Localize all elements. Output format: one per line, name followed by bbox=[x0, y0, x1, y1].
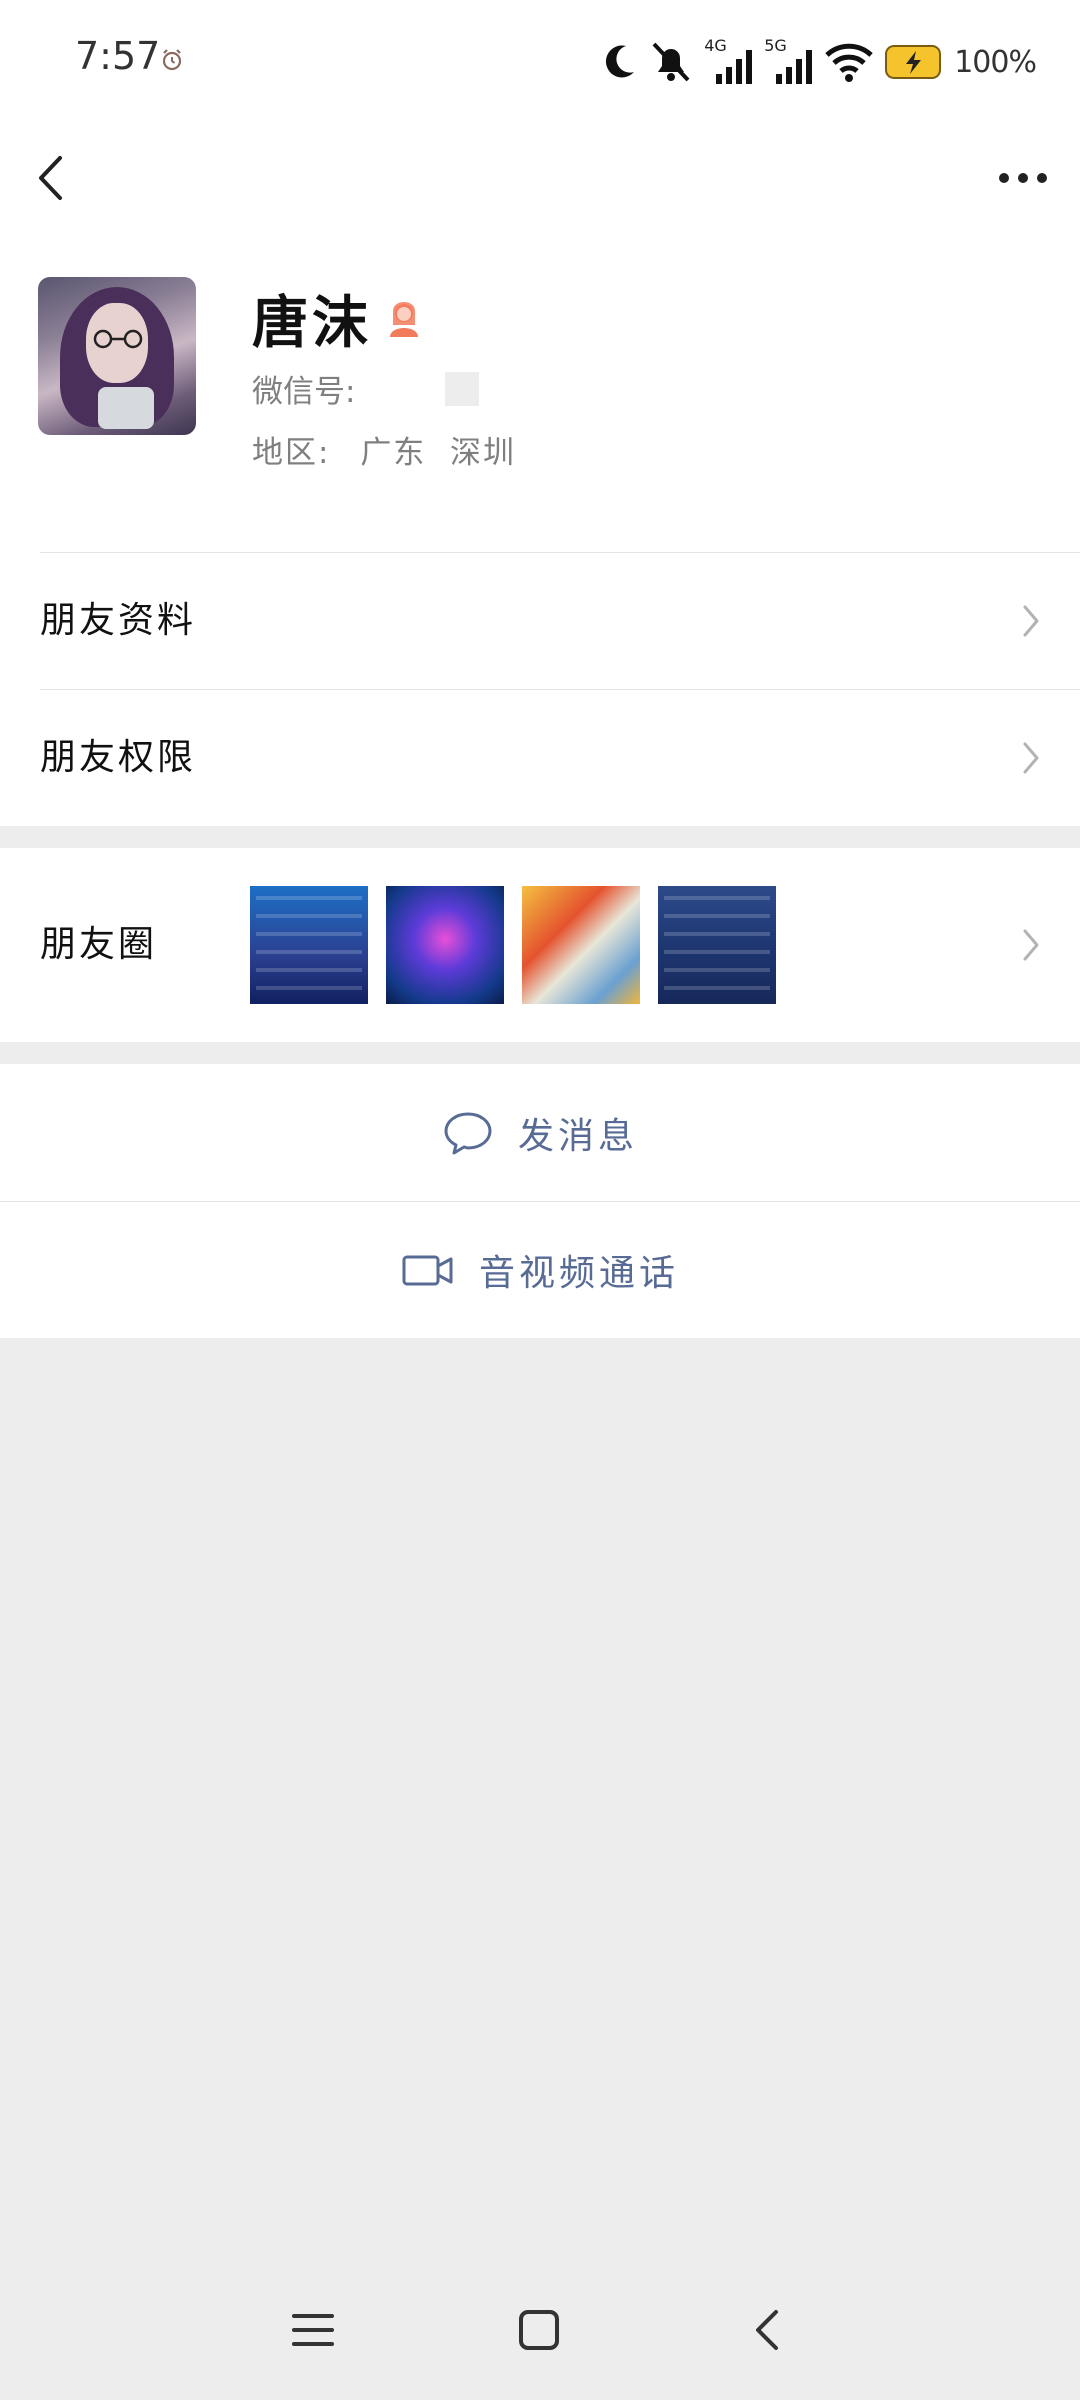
moments-item[interactable]: 朋友圈 bbox=[0, 848, 1080, 1042]
menu-lines-icon bbox=[292, 2314, 334, 2346]
friend-permissions-label: 朋友权限 bbox=[40, 737, 197, 778]
home-square-icon bbox=[519, 2310, 559, 2350]
moments-thumbnail bbox=[522, 886, 640, 1004]
status-icons: 4G 5G 100% bbox=[600, 36, 1037, 88]
friend-permissions-item[interactable]: 朋友权限 bbox=[0, 689, 1080, 826]
mute-icon bbox=[652, 42, 690, 82]
chevron-right-icon bbox=[1023, 742, 1039, 773]
moments-thumbnail bbox=[250, 886, 368, 1004]
battery-percentage: 100% bbox=[954, 44, 1037, 80]
wechat-id-label: 微信号: bbox=[252, 374, 356, 410]
back-button[interactable] bbox=[22, 150, 78, 206]
more-dots-icon bbox=[999, 173, 1047, 183]
chevron-right-icon bbox=[1023, 605, 1039, 636]
status-time: 7:57 bbox=[75, 34, 161, 78]
home-button[interactable] bbox=[509, 2300, 569, 2360]
region-value: 广东 深圳 bbox=[360, 435, 517, 471]
friend-info-label: 朋友资料 bbox=[40, 600, 197, 641]
friend-settings-group: 朋友资料 朋友权限 bbox=[0, 552, 1080, 826]
avatar[interactable] bbox=[38, 277, 196, 435]
chevron-right-icon bbox=[1023, 929, 1039, 961]
moments-thumbnail bbox=[658, 886, 776, 1004]
moon-icon bbox=[606, 45, 635, 78]
name-row: 唐沫 bbox=[252, 278, 424, 359]
friend-info-item[interactable]: 朋友资料 bbox=[0, 552, 1080, 689]
region-row: 地区: 广东 深圳 bbox=[252, 427, 516, 472]
female-icon bbox=[390, 301, 418, 337]
alarm-icon bbox=[162, 49, 182, 71]
actions-group: 发消息 音视频通话 bbox=[0, 1064, 1080, 1338]
status-bar: 7:57 4G 5G 100% bbox=[0, 0, 1080, 122]
recent-apps-button[interactable] bbox=[283, 2300, 343, 2360]
moments-label: 朋友圈 bbox=[40, 924, 158, 965]
profile-card: 唐沫 微信号: 地区: 广东 深圳 bbox=[0, 234, 1080, 552]
signal-5g: 5G bbox=[764, 36, 814, 84]
more-options-button[interactable] bbox=[988, 150, 1058, 206]
moments-thumbnail bbox=[386, 886, 504, 1004]
back-chevron-icon bbox=[756, 2310, 778, 2350]
nav-back-button[interactable] bbox=[737, 2300, 797, 2360]
video-call-button[interactable]: 音视频通话 bbox=[0, 1201, 1080, 1338]
send-message-button[interactable]: 发消息 bbox=[0, 1064, 1080, 1201]
signal-4g: 4G bbox=[704, 36, 754, 84]
wifi-icon bbox=[825, 43, 873, 82]
video-call-label: 音视频通话 bbox=[478, 1252, 679, 1294]
wechat-id-value-masked bbox=[445, 371, 480, 406]
signal-icon bbox=[776, 50, 813, 84]
wechat-id-row: 微信号: bbox=[252, 366, 480, 411]
moments-group: 朋友圈 bbox=[0, 848, 1080, 1042]
back-chevron-icon bbox=[39, 156, 62, 200]
region-label: 地区: bbox=[252, 435, 331, 471]
signal-icon bbox=[716, 50, 753, 84]
chat-bubble-icon bbox=[444, 1112, 492, 1154]
moments-thumbnails bbox=[250, 886, 776, 1004]
system-navigation-bar bbox=[0, 2260, 1080, 2400]
header bbox=[0, 122, 1080, 234]
video-camera-icon bbox=[402, 1255, 453, 1285]
contact-name: 唐沫 bbox=[252, 291, 372, 356]
avatar-camera bbox=[98, 387, 154, 429]
send-message-label: 发消息 bbox=[517, 1115, 638, 1157]
avatar-glasses bbox=[93, 329, 143, 349]
battery-charging-icon bbox=[885, 45, 942, 79]
